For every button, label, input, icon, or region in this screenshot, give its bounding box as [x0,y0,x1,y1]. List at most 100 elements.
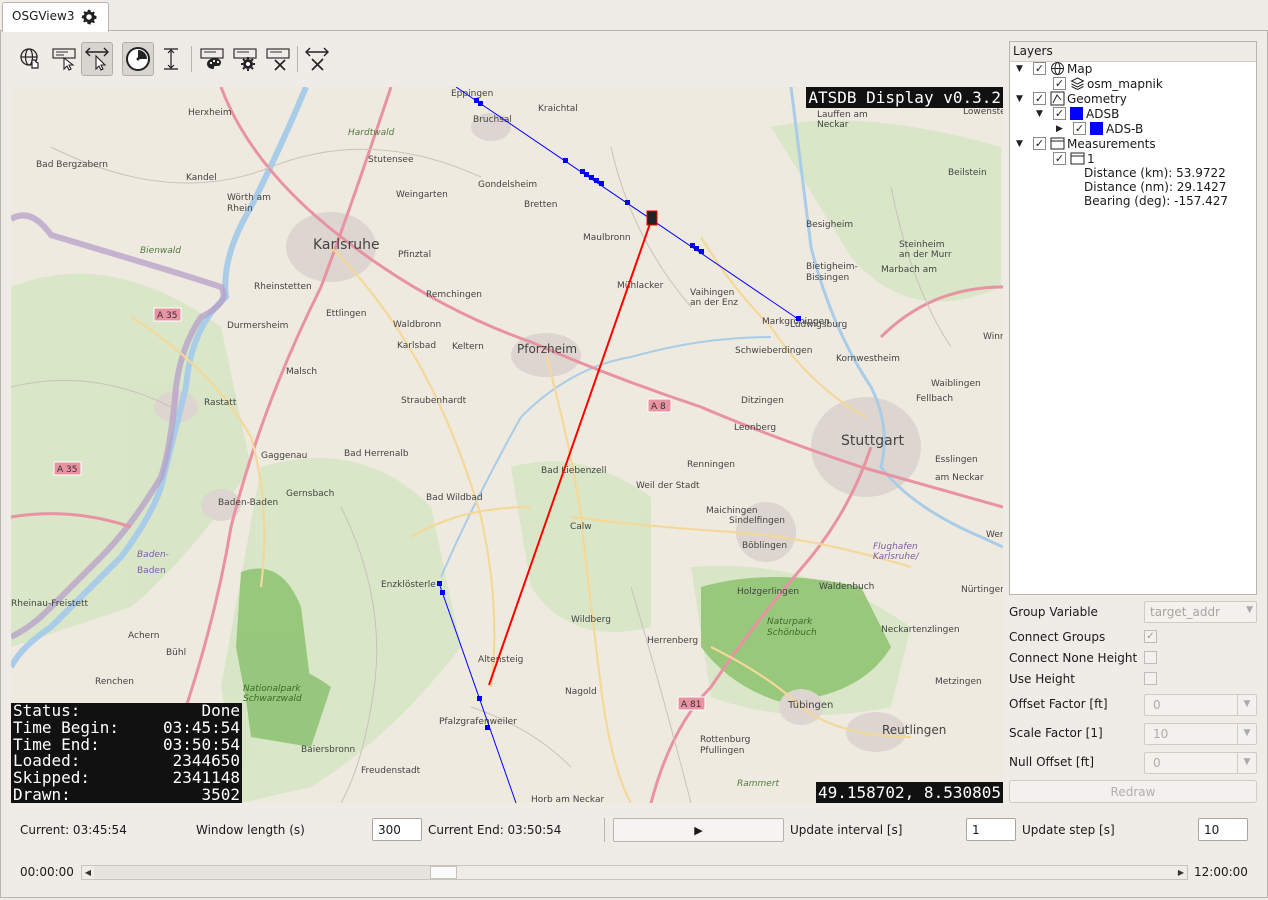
style-menu-button[interactable] [196,42,228,76]
layer-checkbox[interactable]: ✓ [1033,62,1046,75]
place-label: Bruchsal [473,115,512,125]
place-label: Fellbach [916,394,953,404]
place-label: Straubenhardt [401,396,467,406]
group-variable-select[interactable]: target_addr ▼ [1144,601,1257,623]
chevron-right-icon[interactable]: ▶ [1056,124,1066,134]
measure-mode-button[interactable] [81,42,113,76]
layer-checkbox[interactable]: ✓ [1033,137,1046,150]
place-label: Baden-Baden [218,498,278,508]
place-label: Rheinau-Freistett [11,599,89,609]
measurement-marker [646,210,658,226]
place-label: Bad Herrenalb [344,449,409,459]
scroll-left-icon[interactable]: ◀ [82,866,94,879]
place-label: Baden- [137,550,169,560]
layer-item-map[interactable]: ▼ ✓ Map [1016,61,1092,76]
null-offset-spinbox[interactable]: 0 ▼ [1144,752,1257,774]
tab-osgview3[interactable]: OSGView3 [2,2,109,32]
layer-checkbox[interactable]: ✓ [1073,122,1086,135]
play-button[interactable]: ▶ [613,818,784,842]
geometry-icon [1050,91,1065,106]
place-label: Marbach am [881,265,937,275]
slider-handle[interactable] [430,866,458,879]
clear-measurements-button[interactable] [301,42,333,76]
update-interval-label: Update interval [s] [790,823,903,837]
place-label: Wen [986,530,1003,540]
place-label: Bietigheim- [806,262,858,272]
scroll-right-icon[interactable]: ▶ [1175,866,1187,879]
connect-none-height-label: Connect None Height [1009,651,1138,665]
place-label: Schwieberdingen [735,346,812,356]
layer-item-measurements[interactable]: ▼ ✓ Measurements [1016,136,1156,151]
measure-icon [1070,151,1085,166]
layer-checkbox[interactable]: ✓ [1053,152,1066,165]
spin-arrows-icon[interactable]: ▼ [1237,753,1256,773]
height-mode-button[interactable] [155,42,187,76]
place-label: Weingarten [396,190,448,200]
map-canvas[interactable]: A 35A 35A 8A 81 EppingenHerxheimBruchsal… [11,87,1003,803]
offset-factor-value: 0 [1153,698,1161,712]
map-view[interactable]: A 35 A 35 A 8A 81 Eppingen Herxheim Bruchsal… [11,87,1003,803]
chevron-down-icon[interactable]: ▼ [1016,94,1026,104]
place-label: Sindelfingen [729,516,785,526]
place-label: Ludwigsburg [790,320,847,330]
connect-none-height-checkbox[interactable] [1144,651,1157,664]
spin-arrows-icon[interactable]: ▼ [1237,695,1256,715]
use-height-checkbox[interactable] [1144,672,1157,685]
globe-icon [1050,61,1065,76]
place-label: Waldenbuch [819,582,874,592]
update-interval-input[interactable]: 1 [966,818,1016,841]
place-label: Leonberg [734,423,776,433]
cursor-coordinates: 49.158702, 8.530805 [815,782,1003,803]
place-label: Stutensee [368,155,414,165]
place-label: an der Enz [690,298,738,308]
measure-icon [1050,136,1065,151]
place-label: an der Murr [899,250,952,260]
use-height-label: Use Height [1009,672,1075,686]
layer-item-geometry[interactable]: ▼ ✓ Geometry [1016,91,1127,106]
layer-checkbox[interactable]: ✓ [1053,77,1066,90]
place-label: Flughafen [873,542,918,552]
update-step-input[interactable]: 10 [1198,818,1248,841]
timeline-slider[interactable]: ◀ ▶ [81,865,1188,880]
place-label: Schwarzwald [243,694,302,704]
window-length-input[interactable]: 300 [372,818,422,841]
place-label: Holzgerlingen [737,587,799,597]
clear-measure-icon [305,47,329,71]
navigate-mode-button[interactable] [15,42,47,76]
layer-item-ads-b[interactable]: ▶ ✓ ADS-B [1056,121,1143,136]
label-mode-button[interactable] [48,42,80,76]
chevron-down-icon[interactable]: ▼ [1016,64,1026,74]
globe-hand-icon [20,48,39,69]
chevron-down-icon[interactable]: ▼ [1036,109,1046,119]
clear-labels-button[interactable] [262,42,294,76]
layer-item-1[interactable]: ✓ 1 [1036,151,1095,166]
connect-groups-checkbox[interactable]: ✓ [1144,630,1157,643]
layer-label: Measurements [1067,136,1156,151]
layer-item-adsb[interactable]: ▼ ✓ ADSB [1036,106,1119,121]
place-label: Waldbronn [393,320,441,330]
place-label: Winn [983,332,1003,342]
redraw-button[interactable]: Redraw [1009,780,1257,803]
tab-label: OSGView3 [12,9,75,23]
place-label: Schönbuch [767,628,817,638]
place-label: Pfalzgrafenweiler [439,717,517,727]
place-label: Rheinstetten [254,282,312,292]
settings-menu-button[interactable] [229,42,261,76]
spin-arrows-icon[interactable]: ▼ [1237,724,1256,744]
window-length-label: Window length (s) [196,823,305,837]
place-label: Karlsruhe/ [873,552,920,562]
place-label: Baden [137,566,166,576]
layer-checkbox[interactable]: ✓ [1033,92,1046,105]
scale-factor-spinbox[interactable]: 10 ▼ [1144,723,1257,745]
time-mode-button[interactable] [122,42,154,76]
offset-factor-spinbox[interactable]: 0 ▼ [1144,694,1257,716]
offset-factor-label: Offset Factor [ft] [1009,697,1108,711]
timeline-end: 12:00:00 [1194,865,1248,879]
gear-icon[interactable] [80,8,98,26]
layer-checkbox[interactable]: ✓ [1053,107,1066,120]
gear-icon [233,48,257,71]
chevron-down-icon[interactable]: ▼ [1016,139,1026,149]
toolbar-separator [297,46,298,72]
layer-item-osm-mapnik[interactable]: ✓ osm_mapnik [1036,76,1163,91]
place-label: Horb am Neckar [531,795,604,803]
